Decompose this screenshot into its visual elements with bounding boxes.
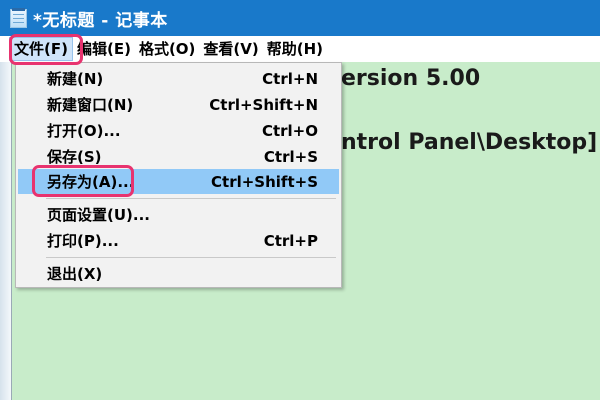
menu-item-print[interactable]: 打印(P)... Ctrl+P bbox=[18, 228, 339, 253]
menu-item-shortcut: Ctrl+Shift+S bbox=[211, 172, 318, 191]
notepad-icon bbox=[10, 7, 27, 28]
menu-item-open[interactable]: 打开(O)... Ctrl+O bbox=[18, 118, 339, 143]
menu-item-label: 新建(N) bbox=[47, 70, 104, 88]
menu-format[interactable]: 格式(O) bbox=[135, 37, 199, 61]
menu-item-save[interactable]: 保存(S) Ctrl+S bbox=[18, 144, 339, 169]
menu-item-label: 页面设置(U)... bbox=[47, 206, 150, 224]
window-left-edge bbox=[0, 62, 12, 400]
menu-item-page-setup[interactable]: 页面设置(U)... bbox=[18, 202, 339, 227]
window-title: *无标题 - 记事本 bbox=[33, 10, 168, 31]
menu-view[interactable]: 查看(V) bbox=[199, 37, 262, 61]
title-bar: *无标题 - 记事本 bbox=[0, 0, 600, 36]
menu-item-save-as[interactable]: 另存为(A)... Ctrl+Shift+S bbox=[18, 169, 339, 194]
menu-item-shortcut: Ctrl+O bbox=[261, 121, 318, 140]
menu-item-shortcut: Ctrl+Shift+N bbox=[209, 95, 318, 114]
menu-item-shortcut: Ctrl+S bbox=[263, 147, 318, 166]
menu-item-new[interactable]: 新建(N) Ctrl+N bbox=[18, 66, 339, 91]
menu-help[interactable]: 帮助(H) bbox=[263, 37, 327, 61]
file-menu-dropdown: 新建(N) Ctrl+N 新建窗口(N) Ctrl+Shift+N 打开(O).… bbox=[15, 62, 342, 288]
menu-item-label: 新建窗口(N) bbox=[47, 96, 134, 114]
menu-item-label: 保存(S) bbox=[47, 148, 102, 166]
menu-item-shortcut: Ctrl+P bbox=[263, 231, 318, 250]
menu-edit[interactable]: 编辑(E) bbox=[73, 37, 135, 61]
menu-file[interactable]: 文件(F) bbox=[9, 37, 73, 61]
menu-item-new-window[interactable]: 新建窗口(N) Ctrl+Shift+N bbox=[18, 92, 339, 117]
menu-item-label: 退出(X) bbox=[47, 265, 103, 283]
menu-item-exit[interactable]: 退出(X) bbox=[18, 261, 339, 286]
menu-item-label: 打印(P)... bbox=[47, 232, 119, 250]
menu-item-shortcut: Ctrl+N bbox=[262, 69, 318, 88]
menu-bar: 文件(F) 编辑(E) 格式(O) 查看(V) 帮助(H) bbox=[0, 36, 600, 62]
editor-line-2: ntrol Panel\Desktop] bbox=[341, 130, 598, 155]
menu-separator bbox=[46, 257, 336, 258]
menu-item-label: 打开(O)... bbox=[47, 122, 121, 140]
editor-line-1: ersion 5.00 bbox=[341, 66, 481, 91]
menu-separator bbox=[46, 198, 336, 199]
menu-item-label: 另存为(A)... bbox=[47, 173, 135, 191]
